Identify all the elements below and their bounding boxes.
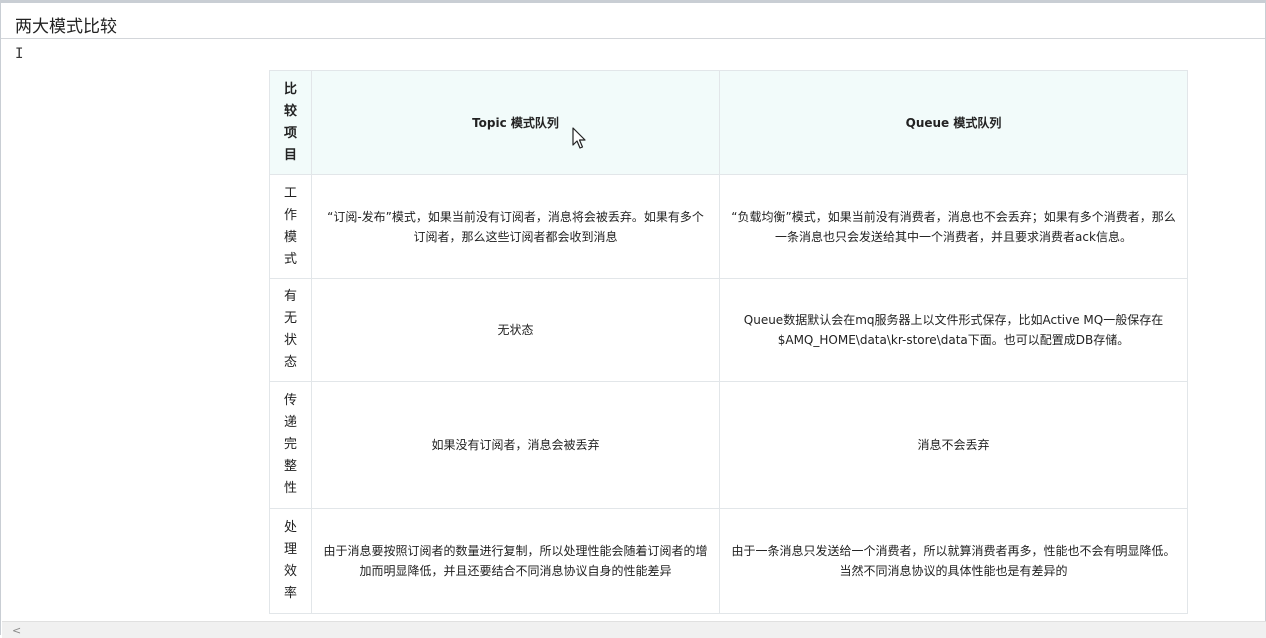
topic-cell: 如果没有订阅者，消息会被丢弃 (311, 381, 720, 509)
topic-cell: 由于消息要按照订阅者的数量进行复制，所以处理性能会随着订阅者的增加而明显降低，并… (311, 508, 720, 614)
row-item-label: 处理效率 (269, 508, 312, 614)
comparison-table: 比较项目 Topic 模式队列 Queue 模式队列 工作模式 “订阅-发布”模… (269, 70, 1188, 614)
row-item-label: 传递完整性 (269, 381, 312, 509)
row-item-label: 工作模式 (269, 174, 312, 279)
topic-cell: “订阅-发布”模式，如果当前没有订阅者，消息将会被丢弃。如果有多个订阅者，那么这… (311, 174, 720, 279)
queue-cell: 消息不会丢弃 (719, 381, 1188, 509)
queue-cell: Queue数据默认会在mq服务器上以文件形式保存，比如Active MQ一般保存… (719, 278, 1188, 382)
text-caret[interactable]: I (15, 46, 23, 62)
chevron-left-icon[interactable]: < (12, 624, 21, 637)
table-row: 有无状态 无状态 Queue数据默认会在mq服务器上以文件形式保存，比如Acti… (269, 278, 1188, 382)
topic-cell: 无状态 (311, 278, 720, 382)
table-row: 处理效率 由于消息要按照订阅者的数量进行复制，所以处理性能会随着订阅者的增加而明… (269, 508, 1188, 614)
title-bar: 两大模式比较 (1, 6, 1265, 39)
row-item-label: 有无状态 (269, 278, 312, 382)
horizontal-scrollbar[interactable]: < (2, 621, 1266, 638)
table-header-row: 比较项目 Topic 模式队列 Queue 模式队列 (269, 70, 1188, 175)
document-frame: 两大模式比较 I 比较项目 Topic 模式队列 Queue 模式队列 工作模式… (0, 0, 1266, 638)
header-item: 比较项目 (269, 70, 312, 175)
header-topic: Topic 模式队列 (311, 70, 720, 175)
mouse-pointer-icon (572, 127, 586, 149)
page-title: 两大模式比较 (15, 17, 117, 37)
queue-cell: 由于一条消息只发送给一个消费者，所以就算消费者再多，性能也不会有明显降低。当然不… (719, 508, 1188, 614)
table-row: 工作模式 “订阅-发布”模式，如果当前没有订阅者，消息将会被丢弃。如果有多个订阅… (269, 174, 1188, 279)
queue-cell: “负载均衡”模式，如果当前没有消费者，消息也不会丢弃；如果有多个消费者，那么一条… (719, 174, 1188, 279)
header-queue: Queue 模式队列 (719, 70, 1188, 175)
table-row: 传递完整性 如果没有订阅者，消息会被丢弃 消息不会丢弃 (269, 381, 1188, 509)
